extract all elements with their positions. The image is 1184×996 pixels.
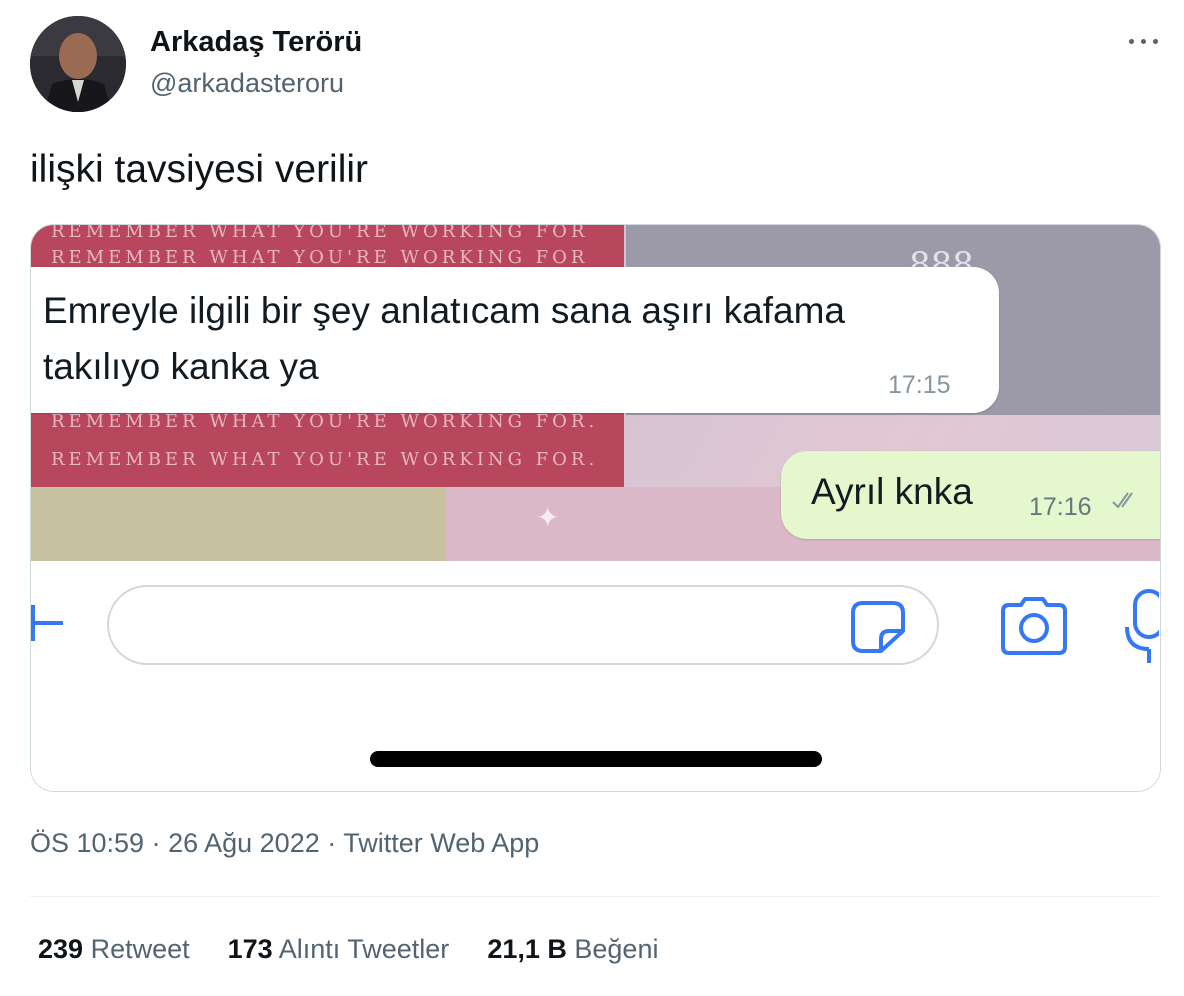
tweet-stats: 239 Retweet 173 Alıntı Tweetler 21,1 B B… <box>38 934 696 965</box>
quote-tweet-count[interactable]: 173 Alıntı Tweetler <box>228 934 450 965</box>
tweet-timestamp-source[interactable]: ÖS 10:59 · 26 Ağu 2022 · Twitter Web App <box>30 828 539 859</box>
message-composer <box>31 561 1160 791</box>
wallpaper-text: REMEMBER WHAT YOU'RE WORKING FOR <box>51 247 589 268</box>
mic-icon[interactable] <box>1123 587 1160 668</box>
tweet-media-image[interactable]: REMEMBER WHAT YOU'RE WORKING FOR REMEMBE… <box>30 224 1161 792</box>
like-count-label: Beğeni <box>574 934 659 964</box>
incoming-message-time: 17:15 <box>888 371 951 399</box>
home-indicator <box>370 751 822 767</box>
sticker-icon[interactable] <box>849 599 907 660</box>
more-options-icon[interactable] <box>1126 28 1162 54</box>
outgoing-message-time: 17:16 <box>1029 493 1092 521</box>
quote-tweet-count-value: 173 <box>227 934 273 964</box>
camera-icon[interactable] <box>999 595 1069 662</box>
outgoing-message-text: Ayrıl knka <box>811 471 973 512</box>
avatar[interactable] <box>30 16 126 112</box>
outgoing-message-bubble[interactable]: Ayrıl knka 17:16 <box>781 451 1160 539</box>
sparkle-icon: ✦ <box>536 502 560 533</box>
incoming-message-bubble[interactable]: Emreyle ilgili bir şey anlatıcam sana aş… <box>31 267 999 413</box>
double-check-icon <box>1111 489 1141 516</box>
wallpaper-text: REMEMBER WHAT YOU'RE WORKING FOR <box>51 225 589 242</box>
retweet-count-value: 239 <box>38 934 84 964</box>
author-handle[interactable]: @arkadasteroru <box>150 68 344 99</box>
chat-wallpaper: REMEMBER WHAT YOU'RE WORKING FOR REMEMBE… <box>31 225 1160 561</box>
incoming-message-text: Emreyle ilgili bir şey anlatıcam sana aş… <box>43 290 845 387</box>
wallpaper-text: REMEMBER WHAT YOU'RE WORKING FOR. <box>51 449 599 470</box>
message-input[interactable] <box>107 585 939 665</box>
retweet-count[interactable]: 239 Retweet <box>38 934 190 965</box>
tweet-text: ilişki tavsiyesi verilir <box>30 148 369 191</box>
divider <box>30 896 1159 897</box>
wallpaper-text: REMEMBER WHAT YOU'RE WORKING FOR. <box>51 411 599 432</box>
like-count-value: 21,1 B <box>487 934 567 964</box>
plus-icon[interactable] <box>31 601 69 650</box>
author-display-name[interactable]: Arkadaş Terörü <box>150 26 362 59</box>
retweet-count-label: Retweet <box>90 934 190 964</box>
quote-tweet-count-label: Alıntı Tweetler <box>278 934 450 964</box>
like-count[interactable]: 21,1 B Beğeni <box>487 934 658 965</box>
